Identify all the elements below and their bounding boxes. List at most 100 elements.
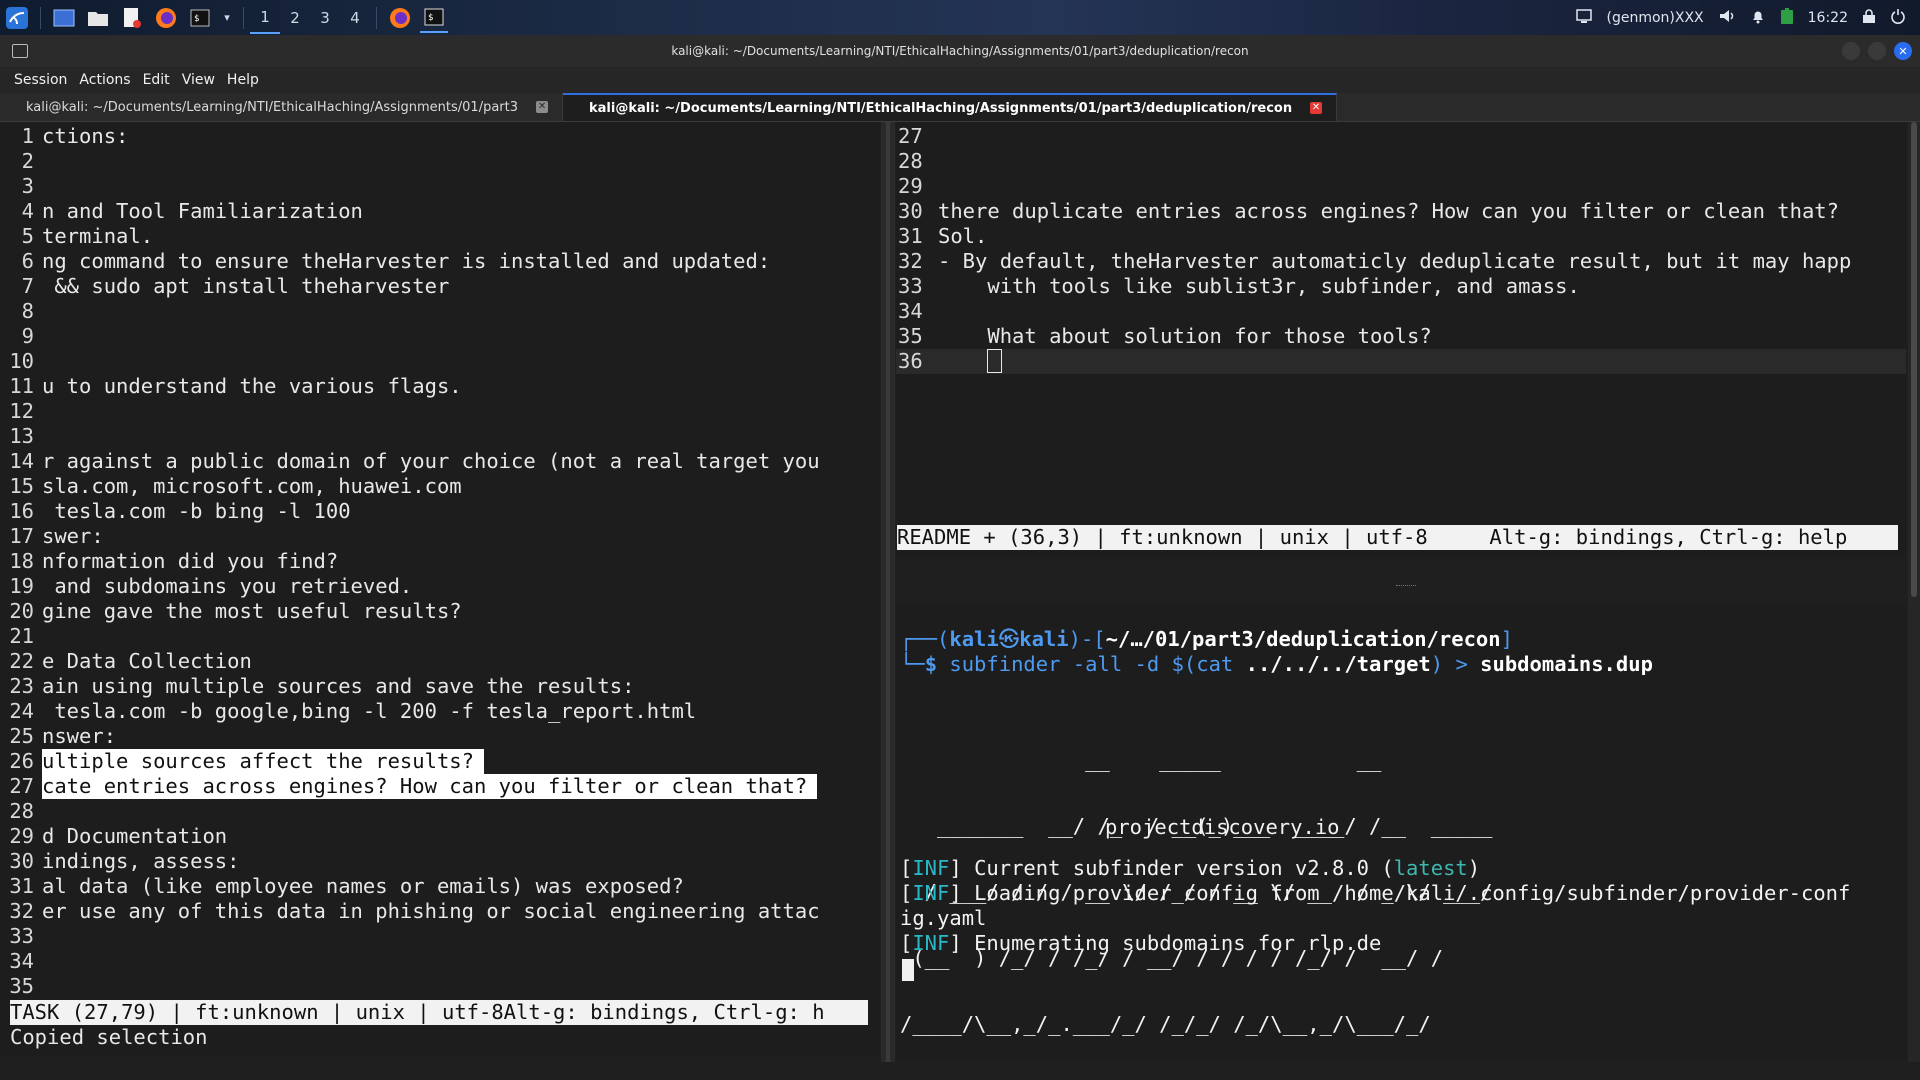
editor-line[interactable]: 31 al data (like employee names or emails… — [0, 874, 880, 899]
editor-line[interactable]: 35 What about solution for those tools? — [896, 324, 1906, 349]
menu-view[interactable]: View — [178, 72, 223, 88]
show-desktop-icon[interactable] — [50, 4, 78, 32]
power-icon[interactable] — [1890, 8, 1906, 28]
taskbar-firefox-window-icon[interactable] — [386, 4, 414, 32]
editor-line[interactable]: 21 — [0, 624, 880, 649]
editor-line[interactable]: 4 n and Tool Familiarization — [0, 199, 880, 224]
editor-line[interactable]: 24 tesla.com -b google,bing -l 200 -f te… — [0, 699, 880, 724]
editor-line[interactable]: 27 cate entries across engines? How can y… — [0, 774, 880, 799]
close-icon[interactable]: ✕ — [1310, 102, 1323, 114]
editor-line[interactable]: 32 - By default, theHarvester automaticly… — [896, 249, 1906, 274]
workspace-1[interactable]: 1 — [250, 2, 280, 34]
vertical-splitter[interactable] — [881, 122, 895, 1062]
terminal-scrollbar[interactable] — [1908, 122, 1920, 1062]
editor-line[interactable]: 29 — [896, 174, 1906, 199]
genmon-label[interactable]: (genmon)XXX — [1606, 10, 1703, 26]
left-editor-pane[interactable]: 1 ctions: 2 3 4 n and Tool Familiarization 5 te… — [0, 122, 880, 1056]
terminal-icon[interactable]: $ — [186, 4, 214, 32]
line-text: ng command to ensure theHarvester is ins… — [42, 249, 771, 273]
editor-line[interactable]: 27 — [896, 124, 1906, 149]
editor-line[interactable]: 7 && sudo apt install theharvester — [0, 274, 880, 299]
log-level-tag: INF — [912, 856, 950, 880]
command-outfile: subdomains.dup — [1480, 652, 1653, 676]
editor-line[interactable]: 14 r against a public domain of your choi… — [0, 449, 880, 474]
scrollbar-thumb[interactable] — [1911, 122, 1917, 597]
editor-line[interactable]: 1 ctions: — [0, 124, 880, 149]
terminal-log: [INF] Current subfinder version v2.8.0 (… — [900, 856, 1850, 956]
editor-line[interactable]: 28 — [896, 149, 1906, 174]
editor-line[interactable]: 8 — [0, 299, 880, 324]
editor-line[interactable]: 26 ultiple sources affect the results? — [0, 749, 880, 774]
editor-line[interactable]: 13 — [0, 424, 880, 449]
clock[interactable]: 16:22 — [1808, 10, 1848, 26]
banner-line: /____/\__,_/_.___/_/ /_/_/ /_/\__,_/\___… — [900, 1012, 1493, 1036]
editor-line[interactable]: 36 — [896, 349, 1906, 374]
close-icon[interactable]: ✕ — [536, 101, 549, 113]
editor-line[interactable]: 16 tesla.com -b bing -l 100 — [0, 499, 880, 524]
window-menu-icon[interactable] — [12, 44, 28, 58]
right-editor-pane[interactable]: 27 28 29 30 there duplicate entries across e… — [896, 122, 1906, 558]
battery-icon[interactable] — [1780, 7, 1794, 29]
terminal-pane[interactable]: ┌──(kali㉿kali)-[~/…/01/part3/deduplicati… — [896, 605, 1906, 1060]
editor-line[interactable]: 30 indings, assess: — [0, 849, 880, 874]
tab-part3[interactable]: kali@kali: ~/Documents/Learning/NTI/Ethi… — [0, 93, 564, 121]
editor-line[interactable]: 31 Sol. — [896, 224, 1906, 249]
menu-edit[interactable]: Edit — [139, 72, 178, 88]
editor-line[interactable]: 12 — [0, 399, 880, 424]
editor-line[interactable]: 30 there duplicate entries across engines… — [896, 199, 1906, 224]
maximize-icon[interactable] — [1868, 42, 1886, 60]
right-editor-text[interactable]: 27 28 29 30 there duplicate entries across e… — [896, 122, 1906, 374]
monitor-icon[interactable] — [1576, 8, 1593, 27]
workspace-2[interactable]: 2 — [280, 3, 310, 33]
line-text: && sudo apt install theharvester — [42, 274, 450, 298]
minimize-icon[interactable] — [1842, 42, 1860, 60]
editor-line[interactable]: 5 terminal. — [0, 224, 880, 249]
workspace-4[interactable]: 4 — [340, 3, 370, 33]
editor-line[interactable]: 17 swer: — [0, 524, 880, 549]
editor-line[interactable]: 19 and subdomains you retrieved. — [0, 574, 880, 599]
file-manager-icon[interactable] — [84, 4, 112, 32]
window-titlebar[interactable]: kali@kali: ~/Documents/Learning/NTI/Ethi… — [0, 35, 1920, 67]
text-editor-icon[interactable] — [118, 4, 146, 32]
editor-line[interactable]: 34 — [896, 299, 1906, 324]
workspace-3[interactable]: 3 — [310, 3, 340, 33]
editor-line[interactable]: 33 — [0, 924, 880, 949]
line-number: 12 — [9, 399, 34, 423]
editor-line[interactable]: 29 d Documentation — [0, 824, 880, 849]
editor-line[interactable]: 3 — [0, 174, 880, 199]
editor-line[interactable]: 15 sla.com, microsoft.com, huawei.com — [0, 474, 880, 499]
menu-actions[interactable]: Actions — [75, 72, 138, 88]
tab-recon[interactable]: kali@kali: ~/Documents/Learning/NTI/Ethi… — [563, 93, 1338, 121]
kali-menu-icon[interactable] — [3, 4, 31, 32]
line-number: 32 — [9, 899, 34, 923]
menu-session[interactable]: Session — [0, 72, 75, 88]
editor-line[interactable]: 18 nformation did you find? — [0, 549, 880, 574]
notification-bell-icon[interactable] — [1750, 8, 1766, 28]
editor-line[interactable]: 28 — [0, 799, 880, 824]
menubar: Session Actions Edit View Help — [0, 67, 1920, 93]
editor-line[interactable]: 25 nswer: — [0, 724, 880, 749]
left-editor-text[interactable]: 1 ctions: 2 3 4 n and Tool Familiarization 5 te… — [0, 122, 880, 999]
editor-line[interactable]: 23 ain using multiple sources and save th… — [0, 674, 880, 699]
editor-line[interactable]: 2 — [0, 149, 880, 174]
editor-line[interactable]: 33 with tools like sublist3r, subfinder,… — [896, 274, 1906, 299]
prompt-line-1: ┌──(kali㉿kali)-[~/…/01/part3/deduplicati… — [900, 627, 1513, 651]
editor-line[interactable]: 35 — [0, 974, 880, 999]
chevron-down-icon[interactable]: ▾ — [220, 4, 234, 32]
editor-line[interactable]: 20 gine gave the most useful results? — [0, 599, 880, 624]
editor-line[interactable]: 34 — [0, 949, 880, 974]
volume-icon[interactable] — [1718, 8, 1736, 28]
editor-line[interactable]: 22 e Data Collection — [0, 649, 880, 674]
horizontal-splitter[interactable] — [896, 575, 1906, 601]
svg-text:$: $ — [194, 14, 199, 24]
editor-line[interactable]: 32 er use any of this data in phishing or… — [0, 899, 880, 924]
close-icon[interactable]: ✕ — [1894, 42, 1912, 60]
editor-line[interactable]: 10 — [0, 349, 880, 374]
editor-line[interactable]: 11 u to understand the various flags. — [0, 374, 880, 399]
menu-help[interactable]: Help — [223, 72, 267, 88]
editor-line[interactable]: 6 ng command to ensure theHarvester is in… — [0, 249, 880, 274]
lock-icon[interactable] — [1862, 8, 1876, 28]
editor-line[interactable]: 9 — [0, 324, 880, 349]
taskbar-terminal-window-icon[interactable]: $ — [420, 3, 448, 33]
firefox-icon[interactable] — [152, 4, 180, 32]
